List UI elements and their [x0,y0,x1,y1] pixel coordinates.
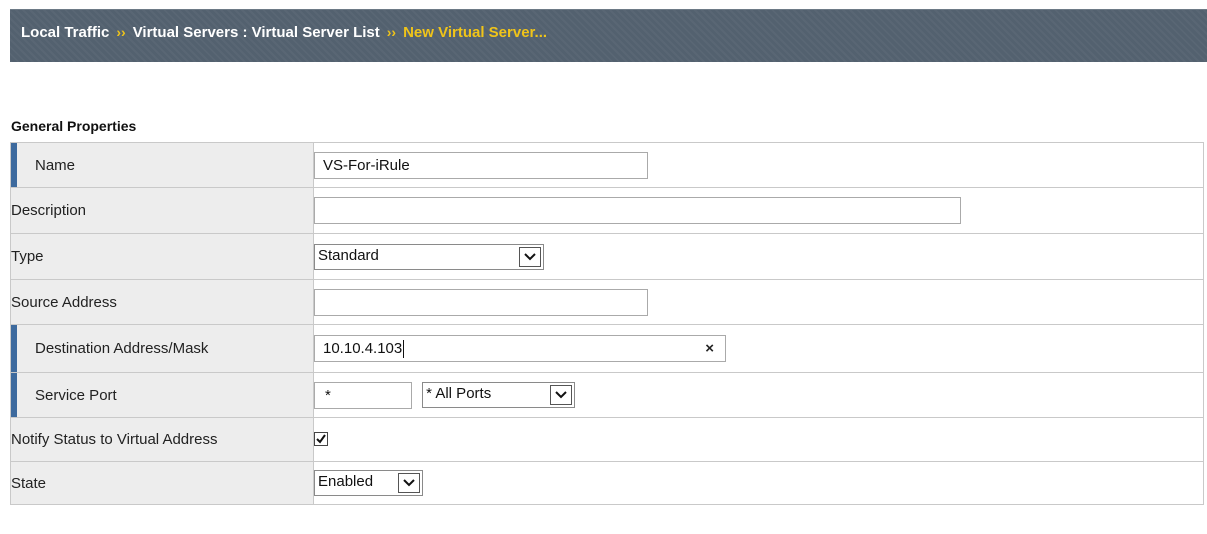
section-title: General Properties [11,118,137,134]
row-source-address: Source Address [10,279,1204,325]
row-state: State Enabled [10,461,1204,505]
type-label: Type [10,233,314,280]
breadcrumb: Local Traffic ›› Virtual Servers : Virtual… [21,24,547,41]
type-select-value: Standard [318,246,379,264]
chevron-down-icon [550,385,573,405]
breadcrumb-bar: Local Traffic ›› Virtual Servers : Virtual… [10,9,1207,62]
notify-status-label: Notify Status to Virtual Address [10,417,314,462]
breadcrumb-separator: ›› [386,24,397,40]
chevron-down-icon [398,473,420,493]
description-label: Description [10,187,314,234]
text-cursor [403,340,405,359]
description-input[interactable] [314,197,961,224]
breadcrumb-new-virtual-server: New Virtual Server... [403,24,548,41]
chevron-down-icon [519,246,541,267]
source-address-label: Source Address [10,279,314,325]
name-label: Name [10,142,314,188]
row-name: Name VS-For-iRule [10,142,1204,188]
checkmark-icon [316,434,326,444]
breadcrumb-virtual-server-list[interactable]: Virtual Servers : Virtual Server List [133,24,380,41]
service-port-input[interactable]: * [314,381,412,409]
state-label: State [10,461,314,505]
service-port-label: Service Port [10,372,314,418]
name-input[interactable]: VS-For-iRule [314,151,648,179]
breadcrumb-separator: ›› [116,24,126,40]
row-description: Description [10,187,1204,234]
row-notify-status: Notify Status to Virtual Address [10,417,1204,462]
row-service-port: Service Port * * All Ports [10,372,1204,418]
type-select[interactable]: Standard [314,243,544,270]
state-select[interactable]: Enabled [314,470,423,496]
destination-input[interactable]: 10.10.4.103 × [314,335,726,362]
row-destination: Destination Address/Mask 10.10.4.103 × [10,324,1204,373]
service-port-select-value: * All Ports [426,385,492,402]
state-select-value: Enabled [318,473,374,490]
row-type: Type Standard [10,233,1204,280]
source-address-input[interactable] [314,288,648,316]
destination-label: Destination Address/Mask [10,324,314,373]
service-port-select[interactable]: * All Ports [422,382,576,408]
top-strip [0,0,1207,9]
breadcrumb-local-traffic[interactable]: Local Traffic [21,24,109,41]
general-properties-table: Name VS-For-iRule Description Type Stand… [10,142,1204,505]
notify-status-checkbox[interactable] [314,432,328,447]
clear-icon[interactable]: × [705,338,714,359]
destination-input-value: 10.10.4.103 [323,340,403,357]
